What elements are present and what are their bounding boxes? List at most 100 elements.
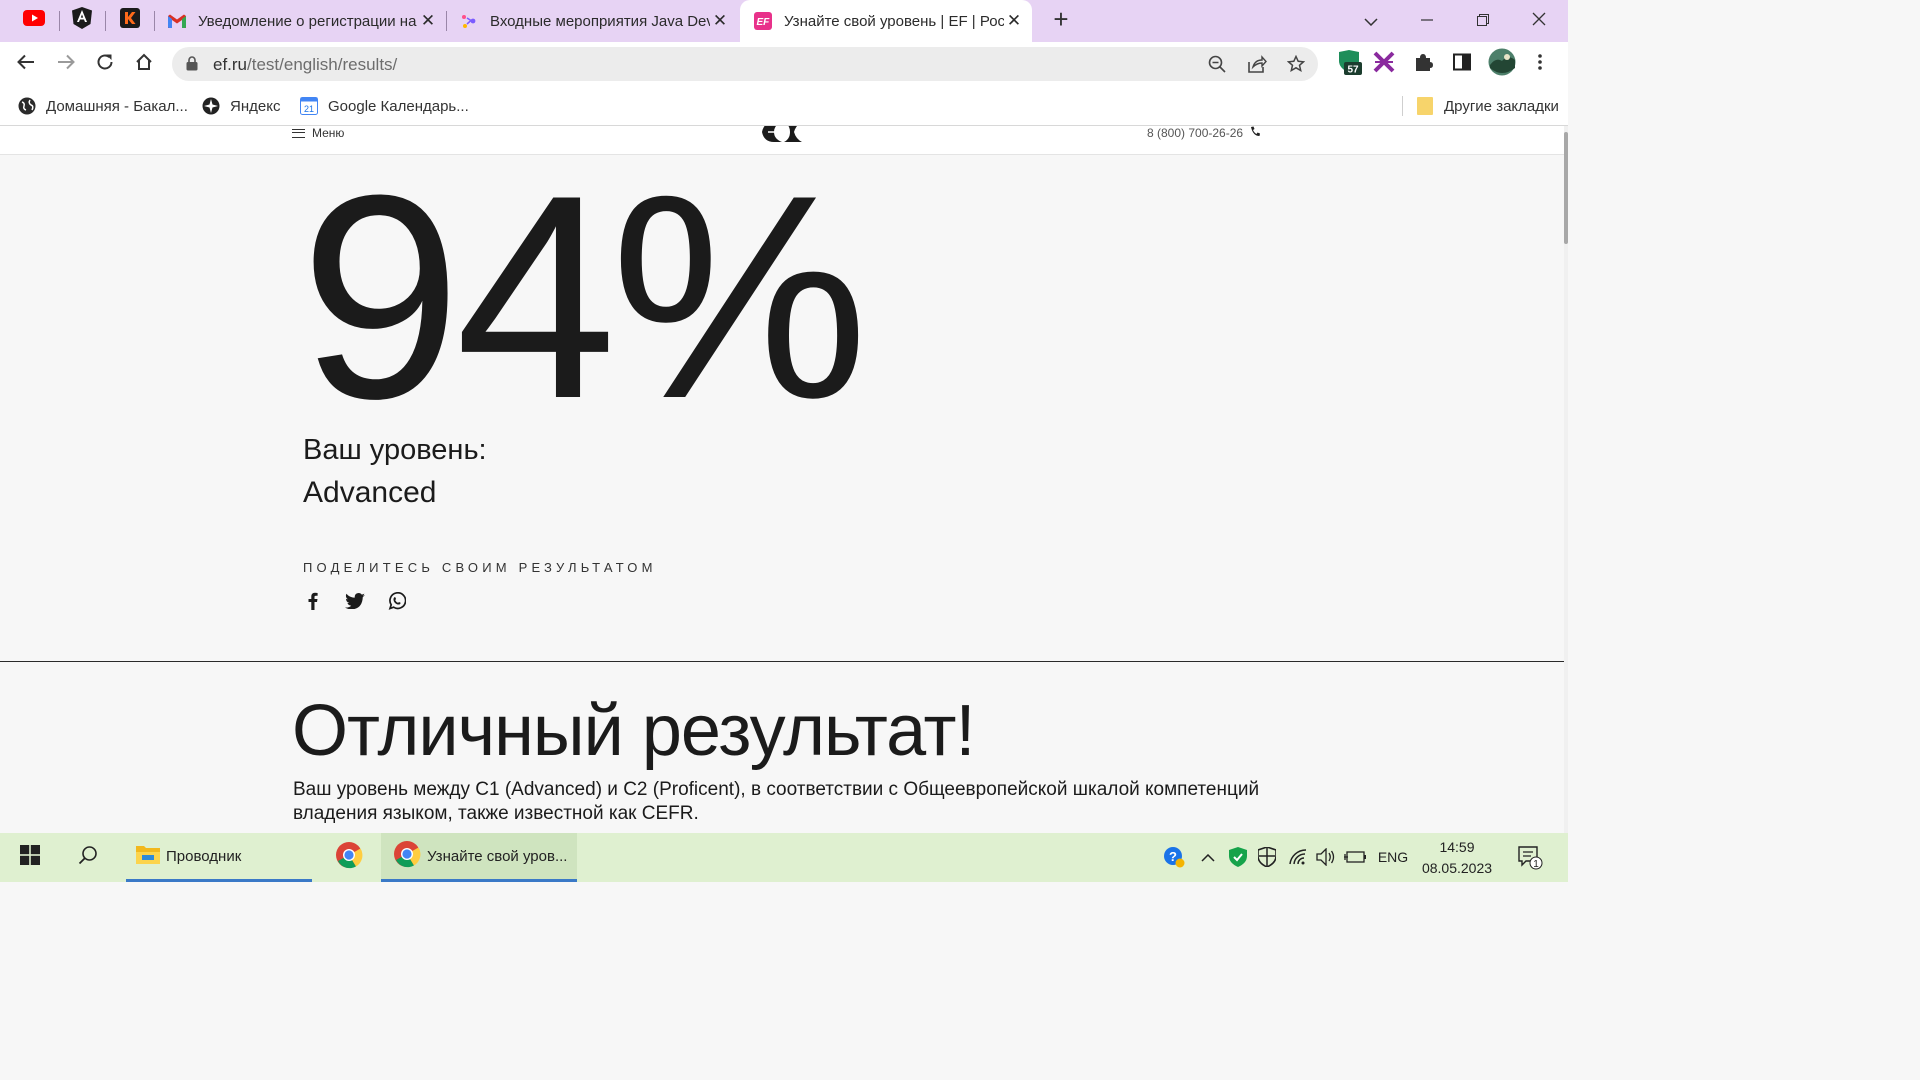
angular-pinned-tab[interactable]	[70, 6, 94, 34]
bookmark-label: Яндекс	[230, 97, 281, 115]
tab-ef-results[interactable]: EF Узнайте свой уровень | EF | Росс ✕	[740, 0, 1032, 42]
zoom-out-icon[interactable]	[1206, 53, 1228, 75]
score-percentage: 94%	[300, 135, 868, 459]
close-tab-icon[interactable]: ✕	[710, 11, 730, 31]
page-scrollbar[interactable]	[1564, 126, 1568, 833]
profile-avatar[interactable]	[1488, 48, 1516, 78]
input-language-indicator[interactable]: ENG	[1378, 846, 1408, 868]
bookmark-label: Домашняя - Бакал...	[46, 97, 188, 115]
page-viewport: Меню 8 (800) 700-26-26 94% Ваш уровень: …	[0, 126, 1568, 833]
tab-title: Уведомление о регистрации на	[198, 12, 417, 30]
url-host: ef.ru	[213, 55, 248, 74]
url-text[interactable]: ef.ru/test/english/results/	[213, 55, 397, 75]
close-tab-icon[interactable]: ✕	[418, 11, 438, 31]
restore-button[interactable]	[1463, 6, 1503, 34]
close-tab-icon[interactable]: ✕	[1004, 11, 1024, 31]
phone-link[interactable]: 8 (800) 700-26-26	[1147, 126, 1261, 140]
whatsapp-icon	[388, 591, 407, 615]
cross-extension-icon	[1373, 51, 1395, 78]
angular-icon	[72, 6, 92, 34]
chrome-icon	[393, 840, 421, 872]
more-vertical-icon	[1537, 53, 1543, 76]
battery-icon[interactable]	[1344, 846, 1366, 868]
extension-badge-count: 57	[1347, 64, 1359, 75]
clock-time: 14:59	[1439, 839, 1475, 855]
calendar-day: 21	[304, 104, 314, 114]
side-panel-icon	[1453, 53, 1471, 76]
bookmark-separator	[1402, 96, 1403, 116]
tab-title: Узнайте свой уровень | EF | Росс	[784, 12, 1004, 30]
url-path: /test/english/results/	[247, 55, 398, 74]
kontur-icon	[120, 7, 140, 33]
star-icon[interactable]	[1285, 53, 1307, 75]
facebook-share-button[interactable]	[302, 592, 324, 614]
taskbar-search-button[interactable]	[66, 833, 110, 882]
bookmark-label: Google Календарь...	[328, 97, 469, 115]
tab-gmail[interactable]: Уведомление о регистрации на ✕	[154, 0, 446, 42]
extension-x-button[interactable]	[1371, 51, 1397, 77]
address-bar[interactable]: ef.ru/test/english/results/	[172, 47, 1318, 81]
taskbar-explorer[interactable]: Проводник	[126, 833, 312, 882]
new-tab-button[interactable]: +	[1047, 6, 1075, 34]
volume-icon[interactable]	[1315, 846, 1337, 868]
twitter-share-button[interactable]	[344, 592, 366, 614]
notification-center-button[interactable]: 1	[1517, 845, 1543, 871]
phone-icon	[1250, 126, 1261, 140]
minimize-button[interactable]	[1407, 6, 1447, 34]
home-button[interactable]	[130, 50, 158, 78]
chevron-up-icon	[1201, 849, 1215, 865]
reload-button[interactable]	[91, 50, 119, 78]
arrow-left-icon	[17, 54, 35, 75]
bookmark-yandex[interactable]: Яндекс	[202, 94, 280, 118]
puzzle-icon	[1413, 52, 1433, 77]
restore-icon	[1477, 10, 1489, 30]
whatsapp-share-button[interactable]	[386, 591, 408, 615]
scrollbar-thumb[interactable]	[1564, 132, 1568, 244]
calendar-icon: 21	[300, 97, 318, 115]
browser-menu-button[interactable]	[1527, 51, 1553, 77]
share-icon[interactable]	[1246, 53, 1268, 75]
tab-search-button[interactable]	[1351, 6, 1391, 34]
svg-text:EF: EF	[757, 17, 771, 28]
help-tray-icon[interactable]: ?	[1163, 846, 1185, 868]
arrow-right-icon	[57, 54, 75, 75]
start-button[interactable]	[8, 833, 52, 882]
bookmark-google-calendar[interactable]: 21 Google Календарь...	[300, 94, 469, 118]
extensions-button[interactable]	[1410, 51, 1436, 77]
other-bookmarks-folder[interactable]: Другие закладки	[1416, 94, 1559, 118]
result-description: Ваш уровень между C1 (Advanced) и C2 (Pr…	[293, 779, 1260, 824]
tab-separator	[59, 11, 60, 31]
show-hidden-icons-button[interactable]	[1197, 846, 1219, 868]
antivirus-shield-icon[interactable]	[1227, 846, 1249, 868]
notification-count: 1	[1533, 859, 1539, 870]
reload-icon	[96, 53, 114, 76]
phone-number: 8 (800) 700-26-26	[1147, 126, 1244, 140]
youtube-icon	[23, 9, 45, 31]
youtube-pinned-tab[interactable]	[22, 8, 46, 32]
taskbar-app-label: Проводник	[166, 847, 242, 865]
forward-button[interactable]	[52, 50, 80, 78]
security-shield-icon[interactable]	[1256, 846, 1278, 868]
windows-taskbar: Проводник Узнайте свой уров... ? ENG 14:…	[0, 833, 1568, 882]
extension-shield-icon: 57	[1336, 49, 1362, 80]
clock-date: 08.05.2023	[1421, 860, 1493, 876]
side-panel-button[interactable]	[1449, 51, 1475, 77]
taskbar-chrome[interactable]	[326, 833, 372, 882]
kontur-pinned-tab[interactable]	[118, 7, 142, 33]
taskbar-chrome-window[interactable]: Узнайте свой уров...	[381, 833, 577, 882]
close-window-button[interactable]	[1519, 6, 1559, 34]
lock-icon	[186, 56, 198, 76]
yandex-icon	[202, 97, 220, 115]
bookmark-home-bakal[interactable]: Домашняя - Бакал...	[18, 94, 188, 118]
extension-badge-button[interactable]: 57	[1336, 49, 1362, 80]
back-button[interactable]	[12, 50, 40, 78]
wifi-icon[interactable]	[1287, 846, 1309, 868]
folder-icon	[136, 844, 160, 868]
tab-strip: Уведомление о регистрации на ✕ Входные м…	[0, 0, 1568, 42]
taskbar-clock[interactable]: 14:59 08.05.2023	[1415, 837, 1499, 879]
chrome-icon	[335, 841, 363, 874]
tab-java-events[interactable]: Входные мероприятия Java Dev ✕	[446, 0, 738, 42]
chevron-down-icon	[1364, 10, 1378, 30]
share-title: ПОДЕЛИТЕСЬ СВОИМ РЕЗУЛЬТАТОМ	[303, 560, 657, 575]
windows-logo-icon	[20, 845, 40, 870]
